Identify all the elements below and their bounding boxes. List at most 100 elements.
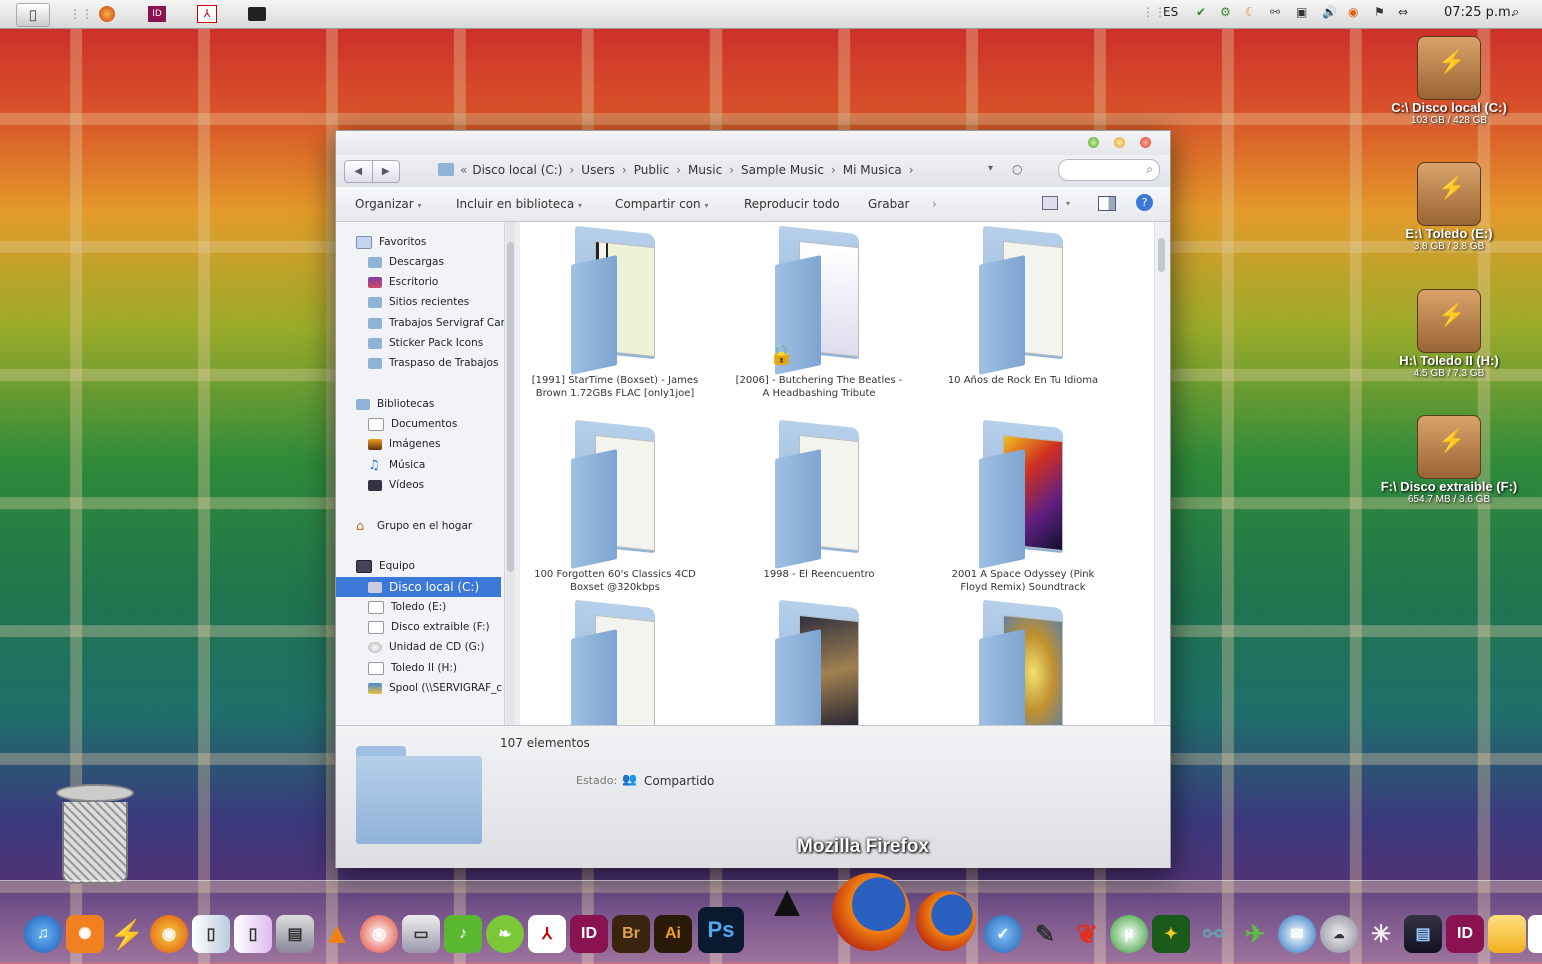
preview-pane-icon[interactable]: [1098, 196, 1116, 211]
breadcrumb-item[interactable]: Public: [634, 163, 670, 177]
illustrator-icon[interactable]: Ai: [654, 915, 692, 953]
maximize-button[interactable]: [1088, 137, 1099, 148]
acrobat-icon[interactable]: ⅄: [528, 915, 566, 953]
view-options-icon[interactable]: [1042, 196, 1058, 210]
desktop-drive-f[interactable]: F:\ Disco extraible (F:) 654.7 MB / 3.6 …: [1364, 415, 1534, 505]
weather-icon[interactable]: ☁: [1320, 915, 1358, 953]
minimize-button[interactable]: [1114, 137, 1125, 148]
audio-app-icon[interactable]: ◉: [150, 915, 188, 953]
sidebar-item-documentos[interactable]: Documentos: [368, 414, 504, 434]
sidebar-equipo[interactable]: Equipo: [356, 556, 504, 576]
sidebar-item-descargas[interactable]: Descargas: [368, 252, 504, 272]
butterfly-app-icon[interactable]: ❦: [1068, 915, 1106, 953]
document-app-icon[interactable]: ▯: [192, 915, 230, 953]
apple-menu-icon[interactable]: : [16, 3, 50, 27]
paper-plane-icon[interactable]: ✈: [1236, 915, 1274, 953]
acrobat-launcher-icon[interactable]: ⅄: [188, 3, 226, 25]
folder-item[interactable]: [938, 599, 1108, 725]
sidebar-favoritos[interactable]: Favoritos: [356, 232, 504, 252]
incluir-biblioteca-menu[interactable]: Incluir en biblioteca ▾: [456, 197, 582, 211]
sidebar-item-sticker-pack[interactable]: Sticker Pack Icons: [368, 333, 504, 353]
sparkle-app-icon[interactable]: ✳: [1362, 915, 1400, 953]
sidebar-item-musica[interactable]: ♫ Música: [368, 455, 504, 475]
thunderbird-icon[interactable]: ✉: [1278, 915, 1316, 953]
sync-icon[interactable]: ⇔: [1398, 5, 1408, 19]
flag-icon[interactable]: ⚑: [1374, 5, 1385, 19]
view-dropdown-icon[interactable]: ▾: [1066, 199, 1070, 208]
sidebar-item-disco-local[interactable]: Disco local (C:): [336, 577, 501, 597]
organizar-menu[interactable]: Organizar ▾: [355, 197, 422, 211]
firefox-icon[interactable]: [916, 891, 976, 951]
breadcrumb-item[interactable]: Music: [688, 163, 722, 177]
sidebar-item-disco-extraible[interactable]: Disco extraible (F:): [368, 617, 504, 637]
indesign-icon[interactable]: ID: [1446, 915, 1484, 953]
language-indicator[interactable]: ES: [1163, 5, 1178, 19]
close-button[interactable]: [1140, 137, 1151, 148]
folder-item[interactable]: 🔒 [2006] - Butchering The Beatles - A He…: [734, 225, 904, 400]
network-icon[interactable]: ⚙: [1220, 5, 1231, 19]
sidebar-bibliotecas[interactable]: Bibliotecas: [356, 394, 504, 414]
indesign-icon[interactable]: ID: [570, 915, 608, 953]
folder-item[interactable]: [530, 599, 700, 725]
scanner-app-icon[interactable]: ▭: [402, 915, 440, 953]
sidebar-grupo-hogar[interactable]: ⌂ Grupo en el hogar: [356, 516, 504, 536]
firefox-icon[interactable]: [832, 873, 910, 951]
gimp-icon[interactable]: ✎: [1026, 915, 1064, 953]
breadcrumb-item[interactable]: Users: [581, 163, 615, 177]
desktop-drive-h[interactable]: H:\ Toledo II (H:) 4.5 GB / 7.3 GB: [1364, 289, 1534, 379]
back-arrow-icon[interactable]: ◀: [345, 161, 372, 182]
sidebar-item-toledo-e[interactable]: Toledo (E:): [368, 597, 504, 617]
itunes-icon[interactable]: ♫: [24, 915, 62, 953]
reproducir-todo-button[interactable]: Reproducir todo: [744, 197, 840, 211]
sidebar-item-unidad-cd[interactable]: Unidad de CD (G:): [368, 637, 504, 657]
sidebar-item-traspaso[interactable]: Traspaso de Trabajos: [368, 353, 504, 373]
photoshop-icon[interactable]: Ps: [698, 907, 744, 953]
sidebar-scrollbar[interactable]: [506, 222, 515, 725]
sidebar-item-sitios-recientes[interactable]: Sitios recientes: [368, 292, 504, 312]
sidebar-item-imagenes[interactable]: Imágenes: [368, 434, 504, 454]
browser-app-icon[interactable]: ◎: [360, 915, 398, 953]
history-dropdown-icon[interactable]: ▾: [988, 163, 993, 174]
moon-icon[interactable]: ☾: [1245, 5, 1256, 19]
folder-launcher-icon[interactable]: [238, 3, 276, 25]
folder-item[interactable]: [1991] StarTime (Boxset) - James Brown 1…: [530, 225, 700, 400]
green-app-icon[interactable]: ♪: [444, 915, 482, 953]
volume-icon[interactable]: 🔊: [1322, 5, 1337, 19]
sidebar-item-toledo-h[interactable]: Toledo II (H:): [368, 658, 504, 678]
help-icon[interactable]: ?: [1136, 194, 1153, 211]
ubuntu-one-icon[interactable]: ◉: [1348, 5, 1358, 19]
folder-item[interactable]: 1998 - El Reencuentro: [734, 419, 904, 581]
leaf-app-icon[interactable]: ❧: [486, 915, 524, 953]
network-app-icon[interactable]: ⚯: [1194, 915, 1232, 953]
sidebar-item-videos[interactable]: Vídeos: [368, 475, 504, 495]
folder-item[interactable]: 10 Años de Rock En Tu Idioma: [938, 225, 1108, 387]
sidebar-item-trabajos[interactable]: Trabajos Servigraf Car: [368, 313, 504, 333]
spotlight-search-icon[interactable]: ⌕: [1512, 5, 1519, 20]
monitor-app-icon[interactable]: ▤: [1404, 915, 1442, 953]
clock[interactable]: 07:25 p.m.: [1444, 5, 1515, 20]
sidebar-item-spool[interactable]: Spool (\\SERVIGRAF_c: [368, 678, 504, 698]
safari-icon[interactable]: ✓: [984, 915, 1022, 953]
more-chevron-icon[interactable]: ›: [932, 197, 937, 211]
breadcrumb-item[interactable]: Mi Musica: [843, 163, 902, 177]
vlc-icon[interactable]: ▲: [318, 915, 356, 953]
compartir-menu[interactable]: Compartir con ▾: [615, 197, 709, 211]
sunburst-app-icon[interactable]: ✺: [66, 915, 104, 953]
desktop-drive-e[interactable]: E:\ Toledo (E:) 3.8 GB / 3.8 GB: [1364, 162, 1534, 252]
monitor-icon[interactable]: ▣: [1296, 5, 1307, 19]
archive-app-icon[interactable]: ▤: [276, 915, 314, 953]
desktop-drive-c[interactable]: C:\ Disco local (C:) 103 GB / 428 GB: [1364, 36, 1534, 126]
indesign-launcher-icon[interactable]: ID: [138, 3, 176, 25]
clock-app-icon[interactable]: [1528, 915, 1542, 953]
breadcrumb-item[interactable]: Sample Music: [741, 163, 824, 177]
trash-icon[interactable]: [56, 784, 134, 884]
folder-item[interactable]: 2001 A Space Odyssey (Pink Floyd Remix) …: [938, 419, 1108, 594]
folder-item[interactable]: [734, 599, 904, 725]
link-icon[interactable]: ⚯: [1270, 5, 1280, 19]
folder-app-icon[interactable]: [1488, 915, 1526, 953]
sidebar-item-escritorio[interactable]: Escritorio: [368, 272, 504, 292]
utorrent-icon[interactable]: µ: [1110, 915, 1148, 953]
content-scrollbar[interactable]: [1154, 222, 1169, 725]
folder-item[interactable]: 100 Forgotten 60's Classics 4CD Boxset @…: [530, 419, 700, 594]
firefox-launcher-icon[interactable]: [88, 3, 126, 25]
